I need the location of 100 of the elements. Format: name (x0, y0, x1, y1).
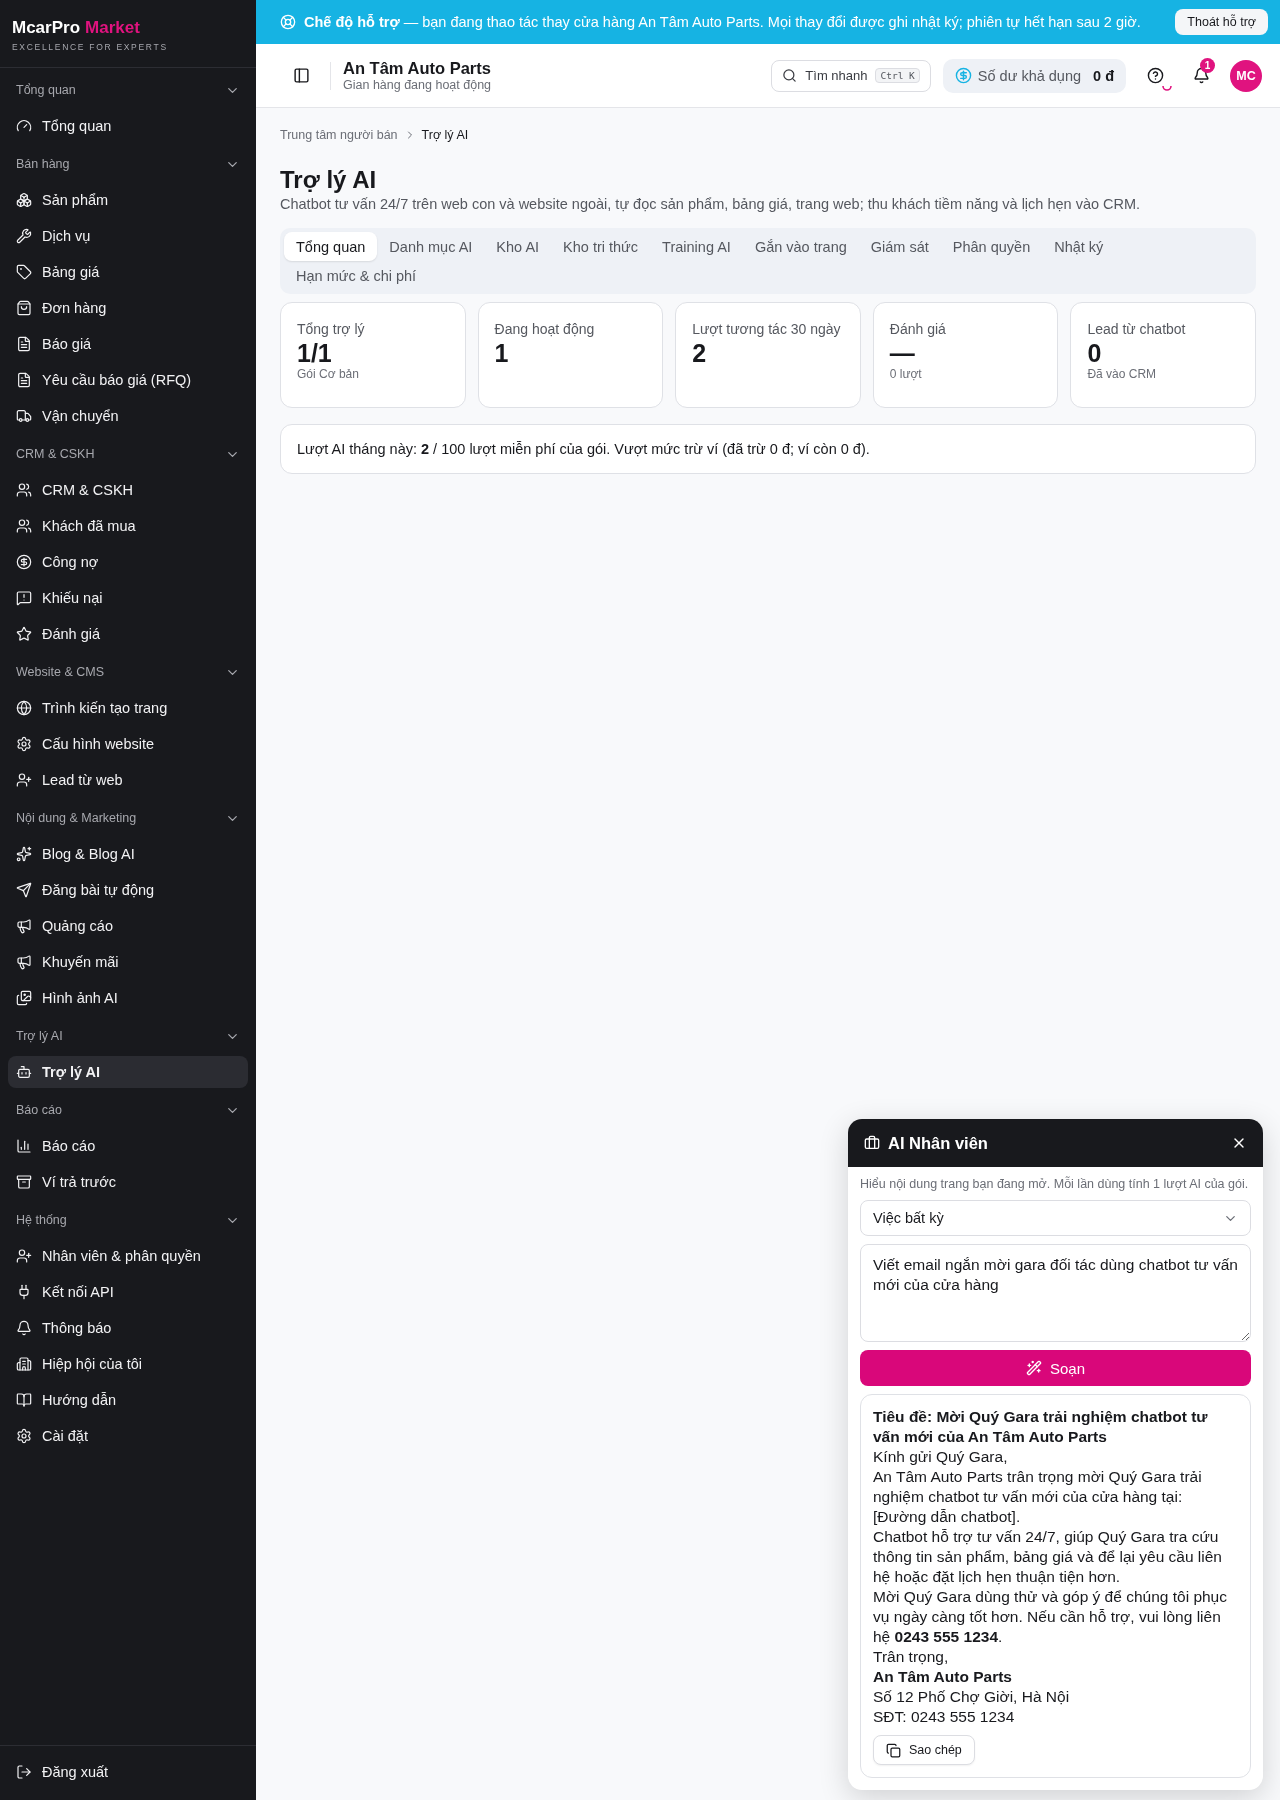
sidebar-item[interactable]: Lead từ web (8, 764, 248, 796)
prompt-field[interactable]: Viết email ngắn mời gara đối tác dùng chatbot tư vấn mới của cửa hàng (860, 1244, 1251, 1342)
tag-icon (16, 264, 32, 280)
tab[interactable]: Kho AI (484, 232, 552, 261)
briefcase-icon (864, 1135, 880, 1151)
sidebar-item[interactable]: Khuyến mãi (8, 946, 248, 978)
sidebar-section-header[interactable]: Báo cáo (8, 1094, 248, 1126)
sidebar-section-header[interactable]: Website & CMS (8, 656, 248, 688)
sidebar-item[interactable]: Bảng giá (8, 256, 248, 288)
sidebar-item[interactable]: Cài đặt (8, 1420, 248, 1452)
user-plus-icon (16, 772, 32, 788)
exit-support-button[interactable]: Thoát hỗ trợ (1175, 9, 1268, 35)
tab[interactable]: Phân quyền (940, 232, 1043, 261)
tab[interactable]: Tổng quan (284, 232, 378, 261)
stat-label: Tổng trợ lý (297, 320, 366, 339)
sidebar-item[interactable]: Thông báo (8, 1312, 248, 1344)
book-icon (16, 1392, 32, 1408)
breadcrumb-link[interactable]: Trung tâm người bán (280, 128, 398, 142)
breadcrumb-link[interactable]: Trợ lý AI (421, 128, 469, 142)
result-line: Tiêu đề: Mời Quý Gara trải nghiệm chatbot tư vấn mới của An Tâm Auto Parts (873, 1407, 1209, 1447)
copy-button[interactable]: Sao chép (873, 1735, 975, 1765)
users-icon (16, 482, 32, 498)
panel-title: AI Nhân viên (888, 1133, 989, 1153)
building-icon (16, 1356, 32, 1372)
banner-message: Chế độ hỗ trợ — bạn đang thao tác thay cửa hàng An Tâm Auto Parts. Mọi thay đổi được ghi nhật ký; phiên tự hết hạn sau 2 giờ. (304, 14, 1142, 30)
sidebar-item[interactable]: Dịch vụ (8, 220, 248, 252)
stat-value: — (889, 339, 916, 367)
sidebar-item[interactable]: Sản phẩm (8, 184, 248, 216)
star-icon (16, 626, 32, 642)
sidebar-item[interactable]: Khiếu nại (8, 582, 248, 614)
compose-button[interactable]: Soạn (860, 1350, 1251, 1386)
sidebar-item[interactable]: Ví trả trước (8, 1166, 248, 1198)
robot-icon (16, 1064, 32, 1080)
tab[interactable]: Hạn mức & chi phí (284, 261, 429, 290)
tab[interactable]: Training AI (650, 232, 743, 261)
sidebar-item[interactable]: Hiệp hội của tôi (8, 1348, 248, 1380)
stat-label: Đánh giá (889, 320, 947, 339)
tab[interactable]: Kho tri thức (551, 232, 651, 261)
stat-value: 0 (1087, 339, 1103, 367)
sidebar-item[interactable]: Blog & Blog AI (8, 838, 248, 870)
sidebar-item[interactable]: CRM & CSKH (8, 474, 248, 506)
stat-label: Lead từ chatbot (1087, 320, 1187, 339)
sidebar-item[interactable]: Khách đã mua (8, 510, 248, 542)
store-name: An Tâm Auto Parts (343, 59, 492, 78)
sidebar-item[interactable]: Cấu hình website (8, 728, 248, 760)
result-line: Trân trọng, (873, 1647, 950, 1667)
alert-message-icon (16, 590, 32, 606)
brand-name: McarPro (12, 18, 81, 38)
sidebar-item[interactable]: Hình ảnh AI (8, 982, 248, 1014)
sidebar-section-header[interactable]: Bán hàng (8, 148, 248, 180)
balance-value: 0 đ (1093, 67, 1114, 84)
bag-icon (16, 300, 32, 316)
quick-search-button[interactable]: Tìm nhanh Ctrl K (771, 59, 931, 92)
notifications-button[interactable]: 1 (1184, 58, 1218, 93)
document-icon (16, 372, 32, 388)
search-icon (782, 68, 798, 83)
stat-note: 0 lượt (889, 367, 923, 381)
sidebar-item[interactable]: Trợ lý AI (8, 1056, 248, 1088)
tab[interactable]: Danh mục AI (377, 232, 485, 261)
tab[interactable]: Gắn vào trang (742, 232, 859, 261)
bar-chart-icon (16, 1138, 32, 1154)
sidebar-item[interactable]: Báo cáo (8, 1130, 248, 1162)
tab[interactable]: Nhật ký (1042, 232, 1116, 261)
sidebar-item[interactable]: Nhân viên & phân quyền (8, 1240, 248, 1272)
sidebar-item[interactable]: Vận chuyển (8, 400, 248, 432)
truck-icon (16, 408, 32, 424)
sidebar-item[interactable]: Tổng quan (8, 110, 248, 142)
sidebar-section-header[interactable]: Nội dung & Marketing (8, 802, 248, 834)
megaphone-icon (16, 954, 32, 970)
result-line: Chatbot hỗ trợ tư vấn 24/7, giúp Quý Gara tra cứu thông tin sản phẩm, bảng giá và để lại yêu cầu liên hệ hoặc đặt lịch hẹn thuận tiện hơn. (873, 1527, 1223, 1587)
tab[interactable]: Giám sát (858, 232, 941, 261)
bell-icon (1192, 67, 1210, 84)
sidebar-item[interactable]: Trình kiến tạo trang (8, 692, 248, 724)
logout-link[interactable]: Đăng xuất (8, 1756, 248, 1788)
brand-name-accent: Market (85, 18, 140, 38)
sidebar-item[interactable]: Đăng bài tự động (8, 874, 248, 906)
bell-icon (16, 1320, 32, 1336)
send-icon (16, 882, 32, 898)
sidebar-item[interactable]: Kết nối API (8, 1276, 248, 1308)
result-line: An Tâm Auto Parts trân trọng mời Quý Gara trải nghiệm chatbot tư vấn mới của cửa hàng tại: [Đường dẫn chatbot]. (873, 1467, 1203, 1527)
sidebar-section-header[interactable]: Trợ lý AI (8, 1020, 248, 1052)
sidebar-item[interactable]: Quảng cáo (8, 910, 248, 942)
sidebar-section-header[interactable]: Tổng quan (8, 74, 248, 106)
stat-note: Gói Cơ bản (297, 367, 360, 381)
sidebar-item[interactable]: Yêu cầu báo giá (RFQ) (8, 364, 248, 396)
stat-value: 1 (494, 339, 510, 367)
sidebar-section-header[interactable]: CRM & CSKH (8, 438, 248, 470)
help-icon (1146, 67, 1164, 84)
user-avatar[interactable]: MC (1230, 59, 1262, 92)
sidebar-item[interactable]: Đơn hàng (8, 292, 248, 324)
usage-note: Lượt AI tháng này: 2 / 100 lượt miễn phí của gói. Vượt mức trừ ví (đã trừ 0 đ; ví còn 0 đ). (280, 424, 1256, 474)
sidebar-item[interactable]: Công nợ (8, 546, 248, 578)
sidebar-item[interactable]: Đánh giá (8, 618, 248, 650)
store-status: Gian hàng đang hoạt động (343, 78, 493, 92)
megaphone-icon (16, 918, 32, 934)
sidebar-section-header[interactable]: Hệ thống (8, 1204, 248, 1236)
sidebar-item[interactable]: Báo giá (8, 328, 248, 360)
settings-icon (16, 736, 32, 752)
sidebar-item[interactable]: Hướng dẫn (8, 1384, 248, 1416)
task-select[interactable]: Việc bất kỳ (860, 1200, 1251, 1236)
